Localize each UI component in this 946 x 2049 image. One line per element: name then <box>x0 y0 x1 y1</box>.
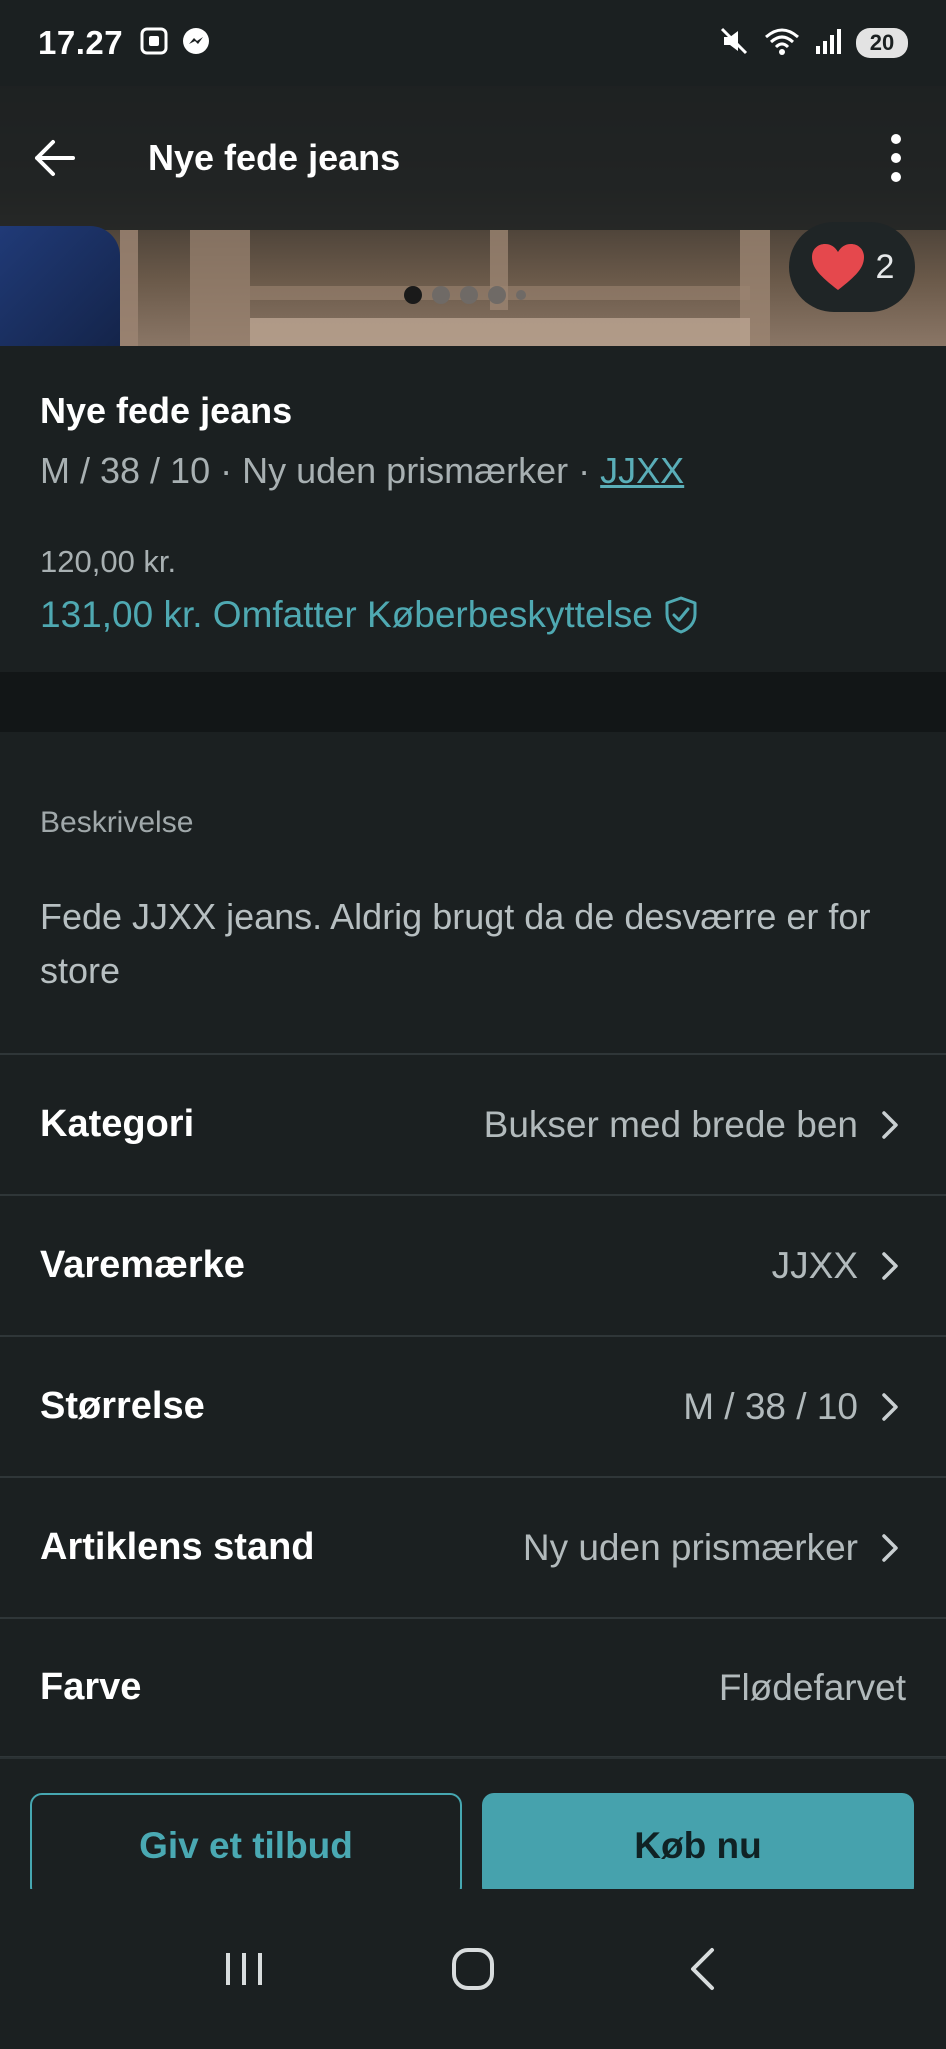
detail-label: Artiklens stand <box>40 1526 315 1568</box>
item-attributes: M / 38 / 10 · Ny uden prismærker · <box>40 450 601 491</box>
home-button[interactable] <box>413 1919 533 2019</box>
recent-apps-icon <box>226 1953 263 1985</box>
description-section: Beskrivelse Fede JJXX jeans. Aldrig brug… <box>0 732 946 1054</box>
action-bar: Giv et tilbud Køb nu <box>0 1757 946 1899</box>
description-label: Beskrivelse <box>40 806 194 839</box>
carousel-dot[interactable] <box>516 290 526 300</box>
carousel-dot[interactable] <box>432 286 450 304</box>
mute-icon <box>718 25 750 62</box>
status-right-icons: 20 <box>718 25 908 62</box>
screenshot-icon <box>139 26 169 61</box>
item-title: Nye fede jeans <box>40 390 293 431</box>
detail-value: JJXX <box>771 1244 858 1286</box>
details-list: Kategori Bukser med brede ben Varemærke … <box>0 1053 946 1758</box>
status-bar: 17.27 20 <box>0 0 946 86</box>
chevron-left-icon <box>690 1948 714 1990</box>
make-offer-button[interactable]: Giv et tilbud <box>30 1793 462 1899</box>
more-options-button[interactable] <box>846 108 946 208</box>
shield-check-icon <box>665 596 697 634</box>
chevron-right-icon <box>880 1109 906 1141</box>
heart-icon <box>811 244 864 290</box>
messenger-icon <box>181 26 211 61</box>
item-info: Nye fede jeans M / 38 / 10 · Ny uden pri… <box>0 346 946 672</box>
item-price: 120,00 kr. <box>40 544 177 579</box>
image-carousel-indicator <box>404 286 526 304</box>
detail-label: Kategori <box>40 1103 195 1145</box>
description-text: Fede JJXX jeans. Aldrig brugt da de desv… <box>40 896 871 991</box>
detail-value: Bukser med brede ben <box>483 1103 858 1145</box>
status-time: 17.27 <box>38 24 124 61</box>
image-detail <box>120 230 138 346</box>
favorite-count: 2 <box>875 247 895 286</box>
chevron-right-icon <box>880 1391 906 1423</box>
signal-icon <box>814 26 844 61</box>
system-navigation-bar <box>0 1889 946 2049</box>
recent-apps-button[interactable] <box>184 1919 304 2019</box>
home-icon <box>451 1948 494 1990</box>
detail-row-size[interactable]: Størrelse M / 38 / 10 <box>0 1335 946 1476</box>
total-price-link[interactable]: 131,00 kr. Omfatter Køberbeskyttelse <box>40 594 906 636</box>
favorite-button[interactable]: 2 <box>789 222 915 312</box>
back-button[interactable] <box>0 108 110 208</box>
brand-link[interactable]: JJXX <box>600 450 684 491</box>
detail-row-category[interactable]: Kategori Bukser med brede ben <box>0 1053 946 1194</box>
detail-value: M / 38 / 10 <box>683 1385 858 1427</box>
arrow-left-icon <box>35 140 75 176</box>
system-back-button[interactable] <box>642 1919 762 2019</box>
image-detail <box>250 318 750 346</box>
battery-icon: 20 <box>856 28 908 58</box>
chevron-right-icon <box>880 1532 906 1564</box>
wifi-icon <box>762 25 802 62</box>
item-page: 17.27 20 Nye fede jeans 2 Nye fede jeans… <box>0 0 946 2049</box>
carousel-dot[interactable] <box>488 286 506 304</box>
carousel-dot[interactable] <box>404 286 422 304</box>
detail-label: Størrelse <box>40 1385 205 1427</box>
detail-row-color: Farve Flødefarvet <box>0 1617 946 1758</box>
more-vertical-icon <box>891 134 901 182</box>
status-left-icons <box>139 26 211 61</box>
detail-row-condition[interactable]: Artiklens stand Ny uden prismærker <box>0 1476 946 1617</box>
buy-now-button[interactable]: Køb nu <box>482 1793 914 1899</box>
image-detail <box>190 230 250 346</box>
chevron-right-icon <box>880 1250 906 1282</box>
detail-value: Ny uden prismærker <box>522 1526 858 1568</box>
detail-label: Farve <box>40 1666 142 1708</box>
total-price: 131,00 kr. Omfatter Køberbeskyttelse <box>40 594 653 635</box>
carousel-dot[interactable] <box>460 286 478 304</box>
image-detail <box>0 226 120 346</box>
detail-row-brand[interactable]: Varemærke JJXX <box>0 1194 946 1335</box>
page-title: Nye fede jeans <box>148 137 401 178</box>
section-divider <box>0 672 946 732</box>
app-bar: Nye fede jeans <box>0 86 946 230</box>
detail-value: Flødefarvet <box>718 1666 906 1708</box>
detail-label: Varemærke <box>40 1244 245 1286</box>
item-subtitle: M / 38 / 10 · Ny uden prismærker · JJXX <box>40 450 906 492</box>
